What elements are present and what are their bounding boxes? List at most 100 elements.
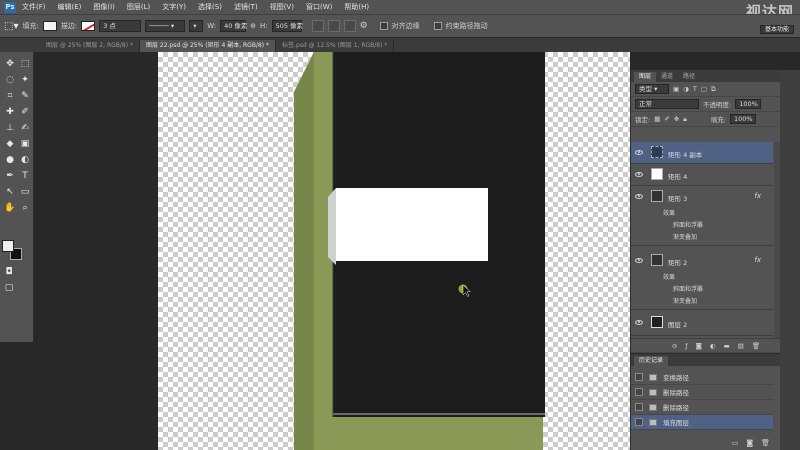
magic-wand-icon[interactable]: ✦ (18, 74, 32, 86)
pen-tool-icon[interactable]: ✒ (3, 170, 17, 182)
workspace-switcher[interactable]: 基本功能 (759, 25, 794, 34)
menu-edit[interactable]: 编辑(E) (58, 2, 82, 12)
delete-layer-icon[interactable]: 🗑︎ (752, 342, 760, 350)
new-layer-icon[interactable]: ▤ (738, 342, 744, 350)
stroke-type-dropdown[interactable]: ───── ▾ (145, 20, 186, 32)
rectangle-tool-icon[interactable]: ▭ (18, 186, 32, 198)
history-step[interactable]: 填充图层 (631, 415, 773, 430)
menu-view[interactable]: 视图(V) (270, 2, 294, 12)
effect-gradient-overlay[interactable]: 渐变叠加 (673, 296, 697, 305)
link-icon[interactable]: ⊕ (250, 22, 256, 30)
doc-tab-1[interactable]: 图层 @ 25% (图层 2, RGB/8) * (40, 40, 140, 52)
tool-preset-icon[interactable]: ⬚▾ (4, 21, 18, 32)
fx-icon[interactable]: fx (754, 192, 761, 200)
effect-gradient-overlay[interactable]: 渐变叠加 (673, 232, 697, 241)
effect-bevel[interactable]: 斜面和浮雕 (673, 220, 703, 229)
gear-icon[interactable]: ⚙ (360, 21, 368, 31)
layer-row[interactable]: 矩形 3 fx 效果 斜面和浮雕 渐变叠加 (631, 186, 773, 246)
screen-mode-icon[interactable]: ▢ (2, 282, 16, 294)
filter-shape-icon[interactable]: ▢ (701, 85, 707, 93)
lock-paint-icon[interactable]: ✐ (664, 115, 669, 123)
history-step[interactable]: 删除路径 (631, 400, 773, 415)
stroke-width-dropdown[interactable]: ▾ (189, 20, 204, 32)
new-adjustment-icon[interactable]: ◐ (710, 342, 716, 350)
layer-row[interactable]: 矩形 4 副本 (631, 142, 773, 164)
filter-smart-icon[interactable]: ⧉ (711, 85, 716, 94)
lock-all-icon[interactable]: 🔒︎ (683, 115, 686, 124)
new-document-icon[interactable]: ▭ (732, 439, 739, 447)
opacity-field[interactable]: 100% (735, 99, 762, 109)
history-step[interactable]: 变换路径 (631, 370, 773, 385)
path-arrangement-icon[interactable] (343, 20, 356, 32)
layer-row[interactable]: 图层 2 (631, 310, 773, 336)
path-selection-icon[interactable]: ↖ (3, 186, 17, 198)
blend-mode-dropdown[interactable]: 正常 (635, 99, 699, 109)
delete-state-icon[interactable]: 🗑︎ (761, 439, 770, 447)
filter-adjust-icon[interactable]: ◑ (683, 85, 689, 93)
menu-select[interactable]: 选择(S) (198, 2, 222, 12)
eraser-tool-icon[interactable]: ◆ (3, 138, 17, 150)
stroke-size-field[interactable]: 3 点 (99, 20, 142, 32)
quick-mask-icon[interactable]: ◘ (2, 266, 16, 278)
align-edges-checkbox[interactable] (379, 22, 388, 30)
tab-paths[interactable]: 路径 (678, 72, 700, 82)
new-group-icon[interactable]: ▬ (724, 342, 730, 350)
snapshot-icon[interactable]: ◙ (746, 439, 753, 447)
add-mask-icon[interactable]: ◙ (696, 342, 702, 350)
visibility-eye-icon[interactable] (635, 150, 643, 155)
clone-stamp-icon[interactable]: ⊥ (3, 122, 17, 134)
eyedropper-icon[interactable]: ✎ (18, 90, 32, 102)
visibility-eye-icon[interactable] (635, 320, 643, 325)
type-tool-icon[interactable]: T (18, 170, 32, 182)
lock-move-icon[interactable]: ✥ (674, 115, 679, 123)
fx-icon[interactable]: fx (754, 256, 761, 264)
tab-layers[interactable]: 图层 (634, 72, 657, 82)
visibility-eye-icon[interactable] (635, 172, 643, 177)
path-operations-icon[interactable] (311, 20, 324, 32)
filter-type-icon[interactable]: T (693, 85, 697, 93)
width-field[interactable]: 40 像素 (220, 20, 247, 32)
gradient-tool-icon[interactable]: ▣ (18, 138, 32, 150)
document-canvas[interactable] (158, 52, 630, 450)
history-brush-icon[interactable]: ✍ (18, 122, 32, 134)
stroke-swatch[interactable] (81, 21, 96, 31)
effect-bevel[interactable]: 斜面和浮雕 (673, 284, 703, 293)
height-field[interactable]: 505 像素 (271, 20, 303, 32)
doc-tab-2[interactable]: 图层 22.psd @ 25% (矩形 4 副本, RGB/8) * (139, 40, 277, 52)
dodge-tool-icon[interactable]: ◐ (18, 154, 32, 166)
blur-tool-icon[interactable]: ● (3, 154, 17, 166)
history-step[interactable]: 删除路径 (631, 385, 773, 400)
move-tool-icon[interactable]: ✥ (3, 58, 17, 70)
doc-tab-3[interactable]: 标签.psd @ 12.5% (图层 1, RGB/8) * (276, 40, 395, 52)
foreground-color-swatch[interactable] (2, 240, 14, 252)
layer-row[interactable]: 矩形 2 fx 效果 斜面和浮雕 渐变叠加 (631, 246, 773, 310)
path-alignment-icon[interactable] (327, 20, 340, 32)
crop-tool-icon[interactable]: ⌗ (3, 90, 17, 102)
menu-help[interactable]: 帮助(H) (344, 2, 369, 12)
link-layers-icon[interactable]: ⊖ (672, 342, 677, 350)
zoom-tool-icon[interactable]: ⌕ (18, 202, 32, 214)
filter-pixel-icon[interactable]: ▣ (673, 85, 679, 93)
healing-brush-icon[interactable]: ✚ (3, 106, 17, 118)
layer-row[interactable]: 矩形 4 (631, 164, 773, 186)
menu-window[interactable]: 窗口(W) (306, 2, 332, 12)
kind-filter-dropdown[interactable]: 类型 ▾ (635, 84, 669, 94)
menu-layer[interactable]: 图层(L) (127, 2, 150, 12)
menu-image[interactable]: 图像(I) (93, 2, 115, 12)
brush-tool-icon[interactable]: ✐ (18, 106, 32, 118)
fill-field[interactable]: 100% (729, 114, 756, 124)
menu-file[interactable]: 文件(F) (22, 2, 46, 12)
marquee-tool-icon[interactable]: ⬚ (18, 58, 32, 70)
tab-history[interactable]: 历史记录 (634, 356, 669, 366)
constrain-path-checkbox[interactable] (433, 22, 442, 30)
hand-tool-icon[interactable]: ✋ (3, 202, 17, 214)
visibility-eye-icon[interactable] (635, 258, 643, 263)
tab-channels[interactable]: 通道 (656, 72, 678, 82)
visibility-eye-icon[interactable] (635, 194, 643, 199)
menu-filter[interactable]: 滤镜(T) (234, 2, 258, 12)
lock-pixels-icon[interactable]: ▦ (654, 115, 660, 123)
fill-swatch[interactable] (42, 21, 57, 31)
menu-type[interactable]: 文字(Y) (162, 2, 186, 12)
lasso-tool-icon[interactable]: ◌ (3, 74, 17, 86)
add-style-icon[interactable]: ƒ (685, 342, 687, 350)
